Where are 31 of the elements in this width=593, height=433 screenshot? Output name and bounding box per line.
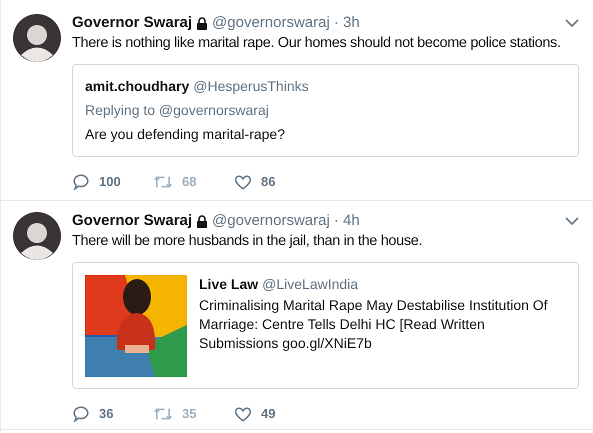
author-handle[interactable]: @governorswaraj [212, 211, 330, 231]
quoted-tweet[interactable]: amit.choudhary @HesperusThinks Replying to @governorswaraj Are you defending marital-rape? [72, 64, 579, 157]
author-name[interactable]: Governor Swaraj [72, 211, 192, 231]
link-card[interactable]: Live Law @LiveLawIndia Criminalising Marital Rape May Destabilise Institution Of Marriage: Centre Tells Delhi HC [Read Written Submissions goo.gl/XNiE7b [72, 262, 579, 389]
action-count: 36 [99, 405, 114, 423]
tweet-time[interactable]: · 3h [334, 13, 360, 33]
reply-icon[interactable] [72, 404, 90, 423]
card-text: Criminalising Marital Rape May Destabilise Institution Of Marriage: Centre Tells Delhi HC [Read Written Submissions goo.gl/XNiE7b [199, 296, 549, 353]
quoted-author-name: amit.choudhary [85, 77, 190, 95]
action-count: 68 [182, 173, 196, 191]
tweet-text: There will be more husbands in the jail, than in the house. [72, 232, 424, 251]
tweet-text: There is nothing like marital rape. Our homes should not become police stations. [72, 34, 562, 53]
caret-icon[interactable] [565, 216, 579, 226]
tweet-time[interactable]: · 4h [334, 211, 360, 231]
replying-to: Replying to @governorswaraj [85, 101, 270, 119]
heart-icon[interactable] [234, 172, 252, 191]
author-name[interactable]: Governor Swaraj [72, 13, 192, 33]
action-count: 86 [261, 173, 276, 191]
reply-icon[interactable] [72, 172, 90, 191]
action-count: 49 [261, 405, 276, 423]
card-author-name: Live Law [199, 275, 258, 294]
avatar[interactable] [13, 212, 61, 260]
quoted-text: Are you defending marital-rape? [85, 125, 286, 143]
heart-icon[interactable] [234, 404, 252, 423]
action-count: 35 [182, 405, 196, 423]
quoted-author-handle: @HesperusThinks [193, 77, 309, 95]
card-author-handle: @LiveLawIndia [262, 275, 358, 294]
author-handle[interactable]: @governorswaraj [212, 13, 330, 33]
caret-icon[interactable] [565, 18, 579, 28]
avatar[interactable] [13, 14, 61, 62]
action-count: 100 [99, 173, 121, 191]
